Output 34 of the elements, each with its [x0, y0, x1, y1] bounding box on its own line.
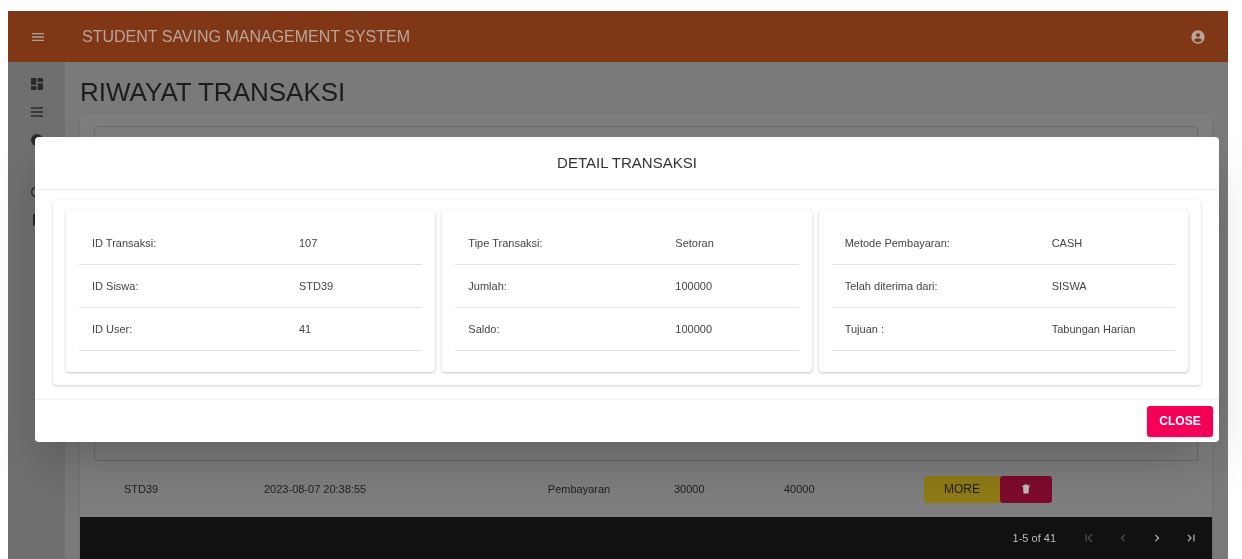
- delete-button[interactable]: [1000, 475, 1052, 503]
- dashboard-icon[interactable]: [28, 76, 45, 92]
- field-label: Saldo:: [467, 321, 501, 337]
- field-label: ID User:: [91, 321, 134, 337]
- close-button[interactable]: CLOSE: [1147, 405, 1213, 437]
- field-label: Jumlah:: [467, 278, 508, 294]
- field-label: Tipe Transaksi:: [467, 235, 544, 251]
- more-button[interactable]: MORE: [924, 475, 1000, 503]
- field-value: 41: [299, 321, 312, 337]
- field-value: SISWA: [1051, 278, 1087, 294]
- field-value: CASH: [1051, 235, 1083, 251]
- table-cell-text: STD39: [124, 481, 160, 497]
- account-icon[interactable]: [1190, 28, 1206, 45]
- field-value: Setoran: [675, 235, 714, 251]
- field-value: 107: [299, 235, 318, 251]
- field-label: Telah diterima dari:: [843, 278, 939, 294]
- field-value: STD39: [299, 278, 334, 294]
- dialog-title: DETAIL TRANSAKSI: [557, 152, 697, 173]
- page-title: RIWAYAT TRANSAKSI: [80, 76, 347, 108]
- field-label: Metode Pembayaran:: [843, 235, 951, 251]
- field-label: Tujuan :: [843, 321, 885, 337]
- field-value: 100000: [675, 321, 713, 337]
- table-cell-text: Pembayaran: [546, 481, 612, 497]
- field-value: 100000: [675, 278, 713, 294]
- field-value: Tabungan Harian: [1051, 321, 1136, 337]
- list-icon[interactable]: [28, 104, 45, 120]
- table-cell-text: 2023-08-07 20:38:55: [264, 481, 368, 497]
- field-label: ID Siswa:: [91, 278, 140, 294]
- app-title: STUDENT SAVING MANAGEMENT SYSTEM: [82, 26, 411, 47]
- pagination-range: 1-5 of 41: [1012, 530, 1056, 546]
- table-cell-text: 40000: [784, 481, 816, 497]
- trash-icon[interactable]: [1020, 483, 1032, 495]
- field-label: ID Transaksi:: [91, 235, 158, 251]
- table-cell-text: 30000: [674, 481, 706, 497]
